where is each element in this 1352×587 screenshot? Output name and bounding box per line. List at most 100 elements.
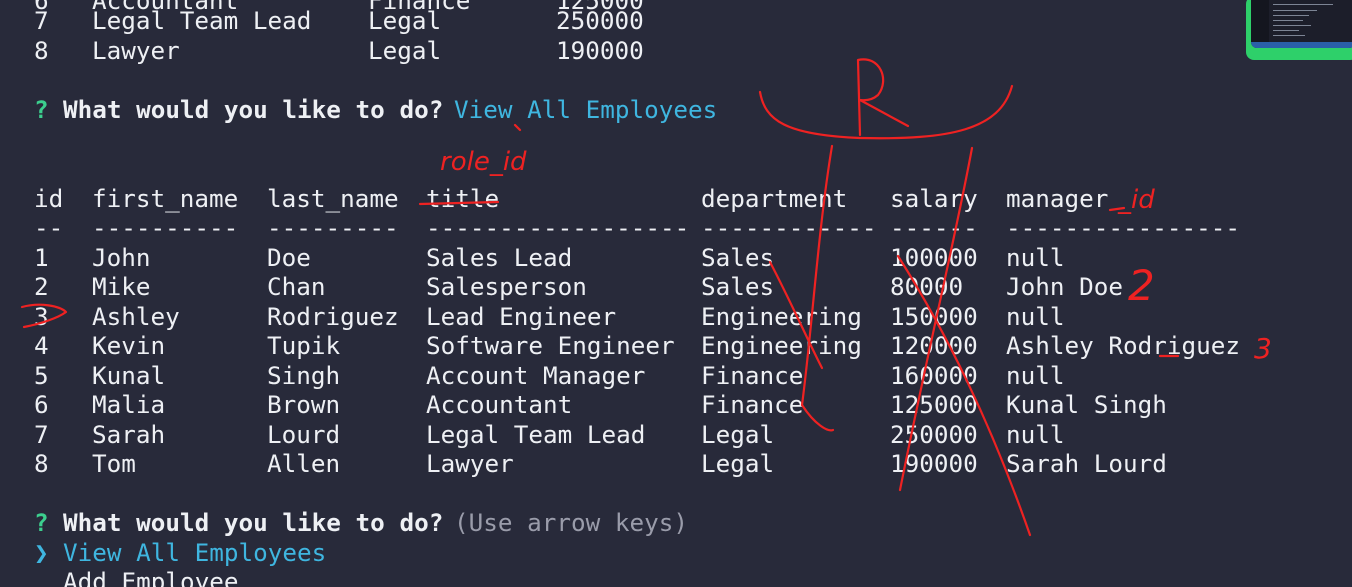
cell-manager: Kunal Singh xyxy=(1006,390,1167,419)
thumbnail-window[interactable] xyxy=(1246,0,1352,60)
table-row: 4 Kevin Tupik Software Engineer Engineer… xyxy=(34,331,1240,361)
separator: ------ xyxy=(890,213,978,242)
cell-id: 6 xyxy=(34,390,49,419)
cell-last-name: Rodriguez xyxy=(267,302,399,331)
prompt-line: ? What would you like to do? View All Em… xyxy=(34,95,717,125)
cell-title: Account Manager xyxy=(426,361,646,390)
prompt-marker: ? xyxy=(34,95,49,124)
thumbnail-sidebar xyxy=(1251,0,1269,42)
cell-id: 3 xyxy=(34,302,49,331)
cell-first-name: Malia xyxy=(92,390,166,419)
role-id: 7 xyxy=(34,6,49,35)
cell-id: 5 xyxy=(34,361,49,390)
cell-last-name: Allen xyxy=(267,449,341,478)
menu-option-label[interactable]: Add Employee xyxy=(63,567,239,587)
cell-salary: 100000 xyxy=(890,243,978,272)
prompt-question: What would you like to do? xyxy=(63,95,444,124)
cell-salary: 120000 xyxy=(890,331,978,360)
cell-department: Finance xyxy=(701,361,804,390)
annotation-letter-r xyxy=(856,58,910,137)
cell-last-name: Doe xyxy=(267,243,311,272)
cell-salary: 150000 xyxy=(890,302,978,331)
roles-row: 8 Lawyer Legal 190000 xyxy=(34,36,644,66)
cell-first-name: Sarah xyxy=(92,420,166,449)
column-header-manager: manager xyxy=(1006,184,1109,213)
separator: ------------------ xyxy=(426,213,690,242)
cell-manager: null xyxy=(1006,302,1065,331)
menu-option-selected[interactable]: ❯ View All Employees xyxy=(34,538,326,568)
cell-manager: John Doe xyxy=(1006,272,1124,301)
table-separator: -- ---------- --------- ----------------… xyxy=(34,213,1240,243)
cell-title: Sales Lead xyxy=(426,243,573,272)
thumbnail-status-bar xyxy=(1251,42,1352,48)
cell-salary: 160000 xyxy=(890,361,978,390)
thumbnail-text-line xyxy=(1273,20,1303,21)
thumbnail-text-line xyxy=(1273,25,1311,26)
cell-id: 4 xyxy=(34,331,49,360)
table-row: 6 Malia Brown Accountant Finance 125000 … xyxy=(34,390,1167,420)
cell-manager: null xyxy=(1006,361,1065,390)
cell-title: Accountant xyxy=(426,390,573,419)
thumbnail-text-line xyxy=(1273,35,1305,36)
cell-title: Lawyer xyxy=(426,449,514,478)
table-row: 3 Ashley Rodriguez Lead Engineer Enginee… xyxy=(34,302,1065,332)
table-row: 7 Sarah Lourd Legal Team Lead Legal 2500… xyxy=(34,420,1065,450)
prompt-question: What would you like to do? xyxy=(63,508,444,537)
manager-id-note: _id xyxy=(1117,185,1155,215)
role-title: Lawyer xyxy=(92,36,180,65)
table-header: id first_name last_name title department… xyxy=(34,184,1108,214)
separator: ---------------- xyxy=(1006,213,1241,242)
thumbnail-text-line xyxy=(1273,4,1333,5)
cell-title: Legal Team Lead xyxy=(426,420,646,449)
cell-title: Salesperson xyxy=(426,272,587,301)
column-header-title: title xyxy=(426,184,500,213)
cell-department: Finance xyxy=(701,390,804,419)
cell-last-name: Singh xyxy=(267,361,341,390)
menu-option-label[interactable]: View All Employees xyxy=(63,538,326,568)
cell-id: 8 xyxy=(34,449,49,478)
separator: -- xyxy=(34,213,64,242)
table-row: 8 Tom Allen Lawyer Legal 190000 Sarah Lo… xyxy=(34,449,1167,479)
table-row: 1 John Doe Sales Lead Sales 100000 null xyxy=(34,243,1065,273)
cell-department: Sales xyxy=(701,243,775,272)
role-title: Legal Team Lead xyxy=(92,6,312,35)
annotation-arc xyxy=(758,84,1014,140)
separator: --------- xyxy=(267,213,399,242)
cell-department: Engineering xyxy=(701,331,862,360)
role-id: 8 xyxy=(34,36,49,65)
separator: ------------ xyxy=(701,213,877,242)
role-id-underline xyxy=(513,123,522,132)
prompt-line: ? What would you like to do? (Use arrow … xyxy=(34,508,688,538)
cell-last-name: Tupik xyxy=(267,331,341,360)
pointer-icon: ❯ xyxy=(34,538,49,567)
cell-id: 2 xyxy=(34,272,49,301)
prompt-answer: View All Employees xyxy=(454,95,718,124)
cell-first-name: Kunal xyxy=(92,361,166,390)
role-department: Legal xyxy=(368,36,442,65)
cell-first-name: Mike xyxy=(92,272,151,301)
menu-option[interactable]: Add Employee xyxy=(34,567,239,587)
role-department: Legal xyxy=(368,6,442,35)
thumbnail-text-line xyxy=(1273,10,1317,11)
cell-salary: 190000 xyxy=(890,449,978,478)
role-id-note: role_id xyxy=(440,147,527,177)
cell-salary: 125000 xyxy=(890,390,978,419)
cell-title: Software Engineer xyxy=(426,331,675,360)
thumbnail-text-line xyxy=(1273,30,1299,31)
cell-department: Legal xyxy=(701,420,775,449)
thumbnail-text-line xyxy=(1273,15,1309,16)
cell-last-name: Lourd xyxy=(267,420,341,449)
cell-first-name: Ashley xyxy=(92,302,180,331)
thumbnail-preview xyxy=(1251,0,1352,48)
cell-department: Sales xyxy=(701,272,775,301)
manager-number-2: 2 xyxy=(1128,261,1155,310)
cell-manager: null xyxy=(1006,420,1065,449)
cell-id: 1 xyxy=(34,243,49,272)
role-salary: 250000 xyxy=(556,6,644,35)
role-salary: 190000 xyxy=(556,36,644,65)
cell-last-name: Chan xyxy=(267,272,326,301)
cell-title: Lead Engineer xyxy=(426,302,617,331)
table-row: 5 Kunal Singh Account Manager Finance 16… xyxy=(34,361,1065,391)
cell-department: Legal xyxy=(701,449,775,478)
cell-manager: Sarah Lourd xyxy=(1006,449,1167,478)
